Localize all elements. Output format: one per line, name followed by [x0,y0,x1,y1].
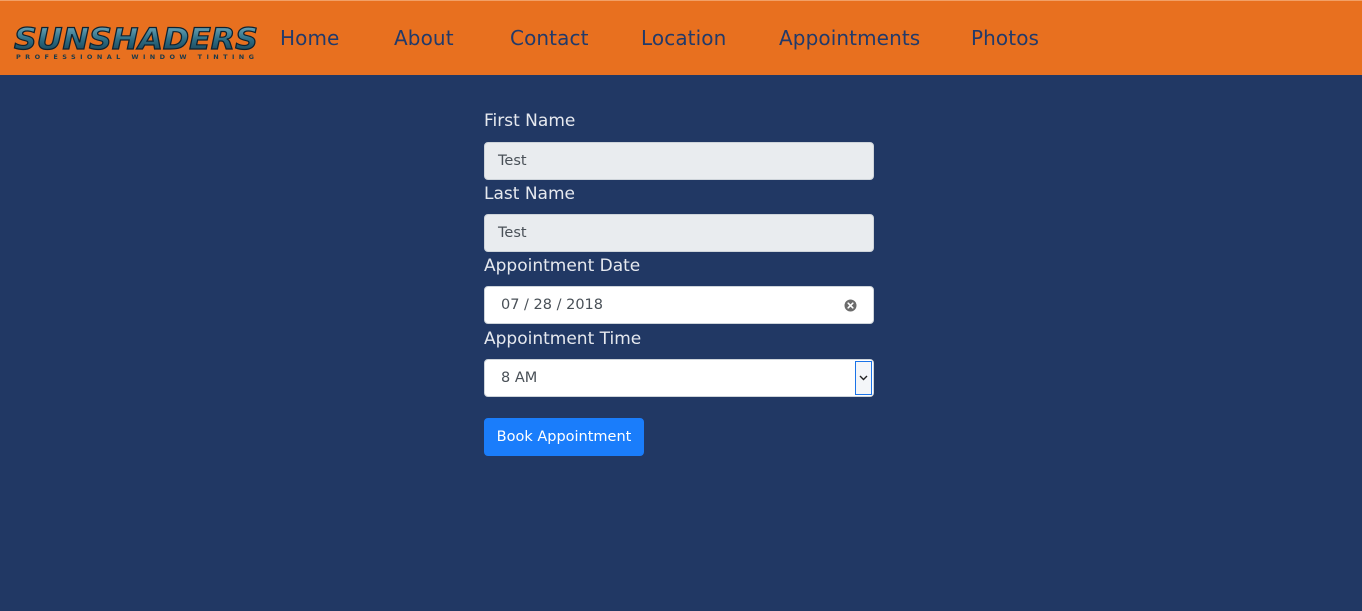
first-name-field[interactable]: Test [484,142,874,180]
appointment-date-field[interactable]: 07 / 28 / 2018 [484,286,874,324]
nav-contact[interactable]: Contact [510,26,589,50]
book-appointment-button[interactable]: Book Appointment [484,418,644,456]
nav-appointments[interactable]: Appointments [779,26,920,50]
chevron-down-icon[interactable] [855,361,872,395]
last-name-field[interactable]: Test [484,214,874,252]
nav-about[interactable]: About [394,26,454,50]
sunshaders-logo[interactable]: SUNSHADERS PROFESSIONAL WINDOW TINTING [12,19,262,61]
nav-location[interactable]: Location [641,26,726,50]
nav-photos[interactable]: Photos [971,26,1039,50]
appointment-time-label: Appointment Time [484,329,642,349]
appointment-time-value: 8 AM [501,370,538,386]
nav-home[interactable]: Home [280,26,339,50]
last-name-label: Last Name [484,184,575,204]
first-name-label: First Name [484,111,576,131]
svg-text:SUNSHADERS: SUNSHADERS [14,22,258,56]
appointment-time-select[interactable]: 8 AM [484,359,874,397]
clear-icon[interactable] [844,299,857,312]
first-name-value: Test [498,153,527,169]
last-name-value: Test [498,225,527,241]
appointment-date-label: Appointment Date [484,256,641,276]
appointment-date-value: 07 / 28 / 2018 [501,297,604,313]
navbar: SUNSHADERS PROFESSIONAL WINDOW TINTING H… [0,0,1362,75]
